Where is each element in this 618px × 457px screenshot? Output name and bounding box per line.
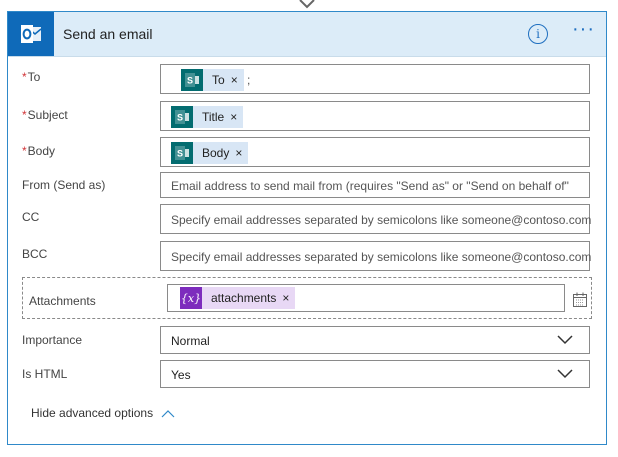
is-html-value: Yes xyxy=(171,368,191,382)
remove-token-icon[interactable]: × xyxy=(235,146,242,160)
attachments-label: Attachments xyxy=(29,294,96,308)
more-icon: ··· xyxy=(572,18,595,40)
connector-arrow-icon xyxy=(299,0,315,9)
chevron-up-icon xyxy=(161,409,175,417)
attachments-zone: Attachments {x} attachments × xyxy=(22,277,592,319)
more-options-button[interactable]: ··· xyxy=(572,19,596,43)
sharepoint-icon: S xyxy=(181,69,203,91)
bcc-placeholder: Specify email addresses separated by sem… xyxy=(171,250,592,264)
bcc-field[interactable]: Specify email addresses separated by sem… xyxy=(160,241,592,271)
remove-token-icon[interactable]: × xyxy=(282,291,289,305)
importance-label: Importance xyxy=(22,333,83,347)
svg-text:S: S xyxy=(177,149,183,159)
chevron-down-icon xyxy=(557,369,573,379)
array-input-icon[interactable] xyxy=(572,292,588,308)
send-email-action-card: Send an email i ··· *To S To × ; *Subjec… xyxy=(7,11,607,445)
body-label: *Body xyxy=(22,144,55,158)
body-token[interactable]: S Body × xyxy=(171,142,249,164)
is-html-label: Is HTML xyxy=(22,367,68,381)
subject-token[interactable]: S Title × xyxy=(171,106,244,128)
required-mark: * xyxy=(22,70,27,84)
remove-token-icon[interactable]: × xyxy=(231,73,238,87)
card-header[interactable]: Send an email i ··· xyxy=(8,12,606,57)
remove-token-icon[interactable]: × xyxy=(230,110,237,124)
attachments-token[interactable]: {x} attachments × xyxy=(180,287,296,309)
attachments-field[interactable]: {x} attachments × xyxy=(167,284,565,312)
chevron-down-icon xyxy=(557,335,573,345)
subject-field[interactable]: S Title × xyxy=(160,101,590,131)
hide-advanced-label: Hide advanced options xyxy=(31,406,154,420)
svg-text:S: S xyxy=(187,76,193,86)
to-token[interactable]: S To × xyxy=(181,69,244,91)
from-label: From (Send as) xyxy=(22,178,106,192)
required-mark: * xyxy=(22,144,27,158)
from-placeholder: Email address to send mail from (require… xyxy=(171,179,569,193)
body-label-text: Body xyxy=(27,144,56,158)
importance-dropdown[interactable]: Normal xyxy=(160,326,590,354)
required-mark: * xyxy=(22,108,27,122)
subject-label-text: Subject xyxy=(27,108,68,122)
bcc-label: BCC xyxy=(22,247,48,261)
cc-label: CC xyxy=(22,210,40,224)
attachments-token-label: attachments xyxy=(211,291,277,305)
info-icon: i xyxy=(536,27,540,41)
body-field[interactable]: S Body × xyxy=(160,137,590,167)
to-label-text: To xyxy=(27,70,41,84)
to-label: *To xyxy=(22,70,40,84)
to-field[interactable]: S To × ; xyxy=(160,64,590,94)
expression-icon-text: {x} xyxy=(180,291,202,305)
is-html-dropdown[interactable]: Yes xyxy=(160,360,590,388)
to-separator: ; xyxy=(247,73,251,87)
subject-token-label: Title xyxy=(202,110,225,124)
svg-text:S: S xyxy=(177,113,183,123)
info-button[interactable]: i xyxy=(528,24,548,44)
outlook-icon xyxy=(8,12,54,56)
expression-icon: {x} xyxy=(180,287,202,309)
sharepoint-icon: S xyxy=(171,142,193,164)
from-field[interactable]: Email address to send mail from (require… xyxy=(160,172,590,198)
sharepoint-icon: S xyxy=(171,106,193,128)
body-token-label: Body xyxy=(202,146,230,160)
card-title: Send an email xyxy=(63,26,153,42)
hide-advanced-options-button[interactable]: Hide advanced options xyxy=(31,406,175,420)
importance-value: Normal xyxy=(171,334,210,348)
to-token-label: To xyxy=(212,73,225,87)
subject-label: *Subject xyxy=(22,108,68,122)
cc-placeholder: Specify email addresses separated by sem… xyxy=(171,213,592,227)
cc-field[interactable]: Specify email addresses separated by sem… xyxy=(160,204,592,234)
